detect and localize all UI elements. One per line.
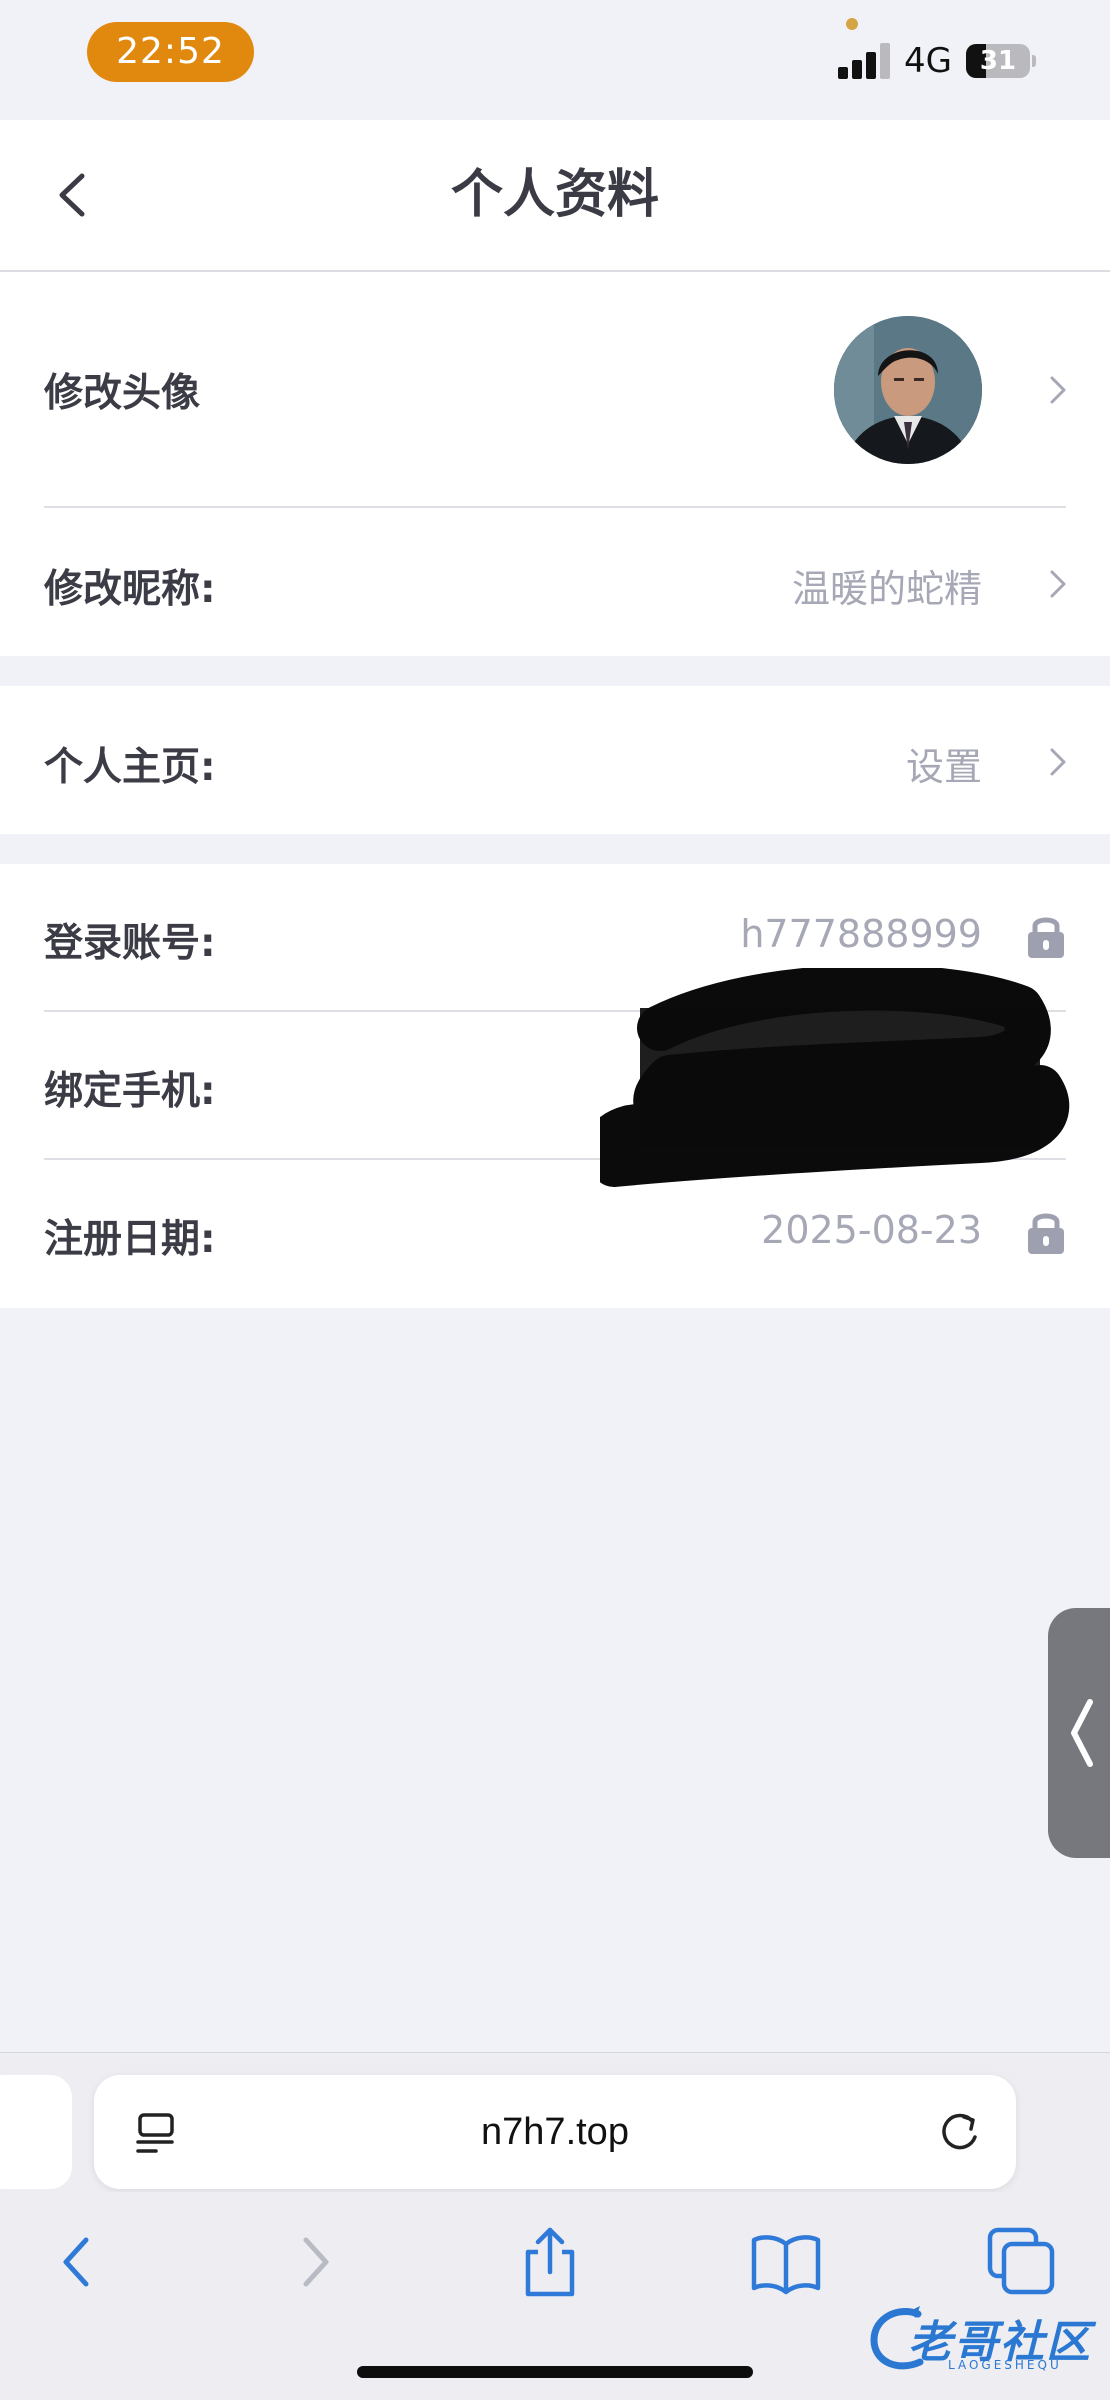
personal-homepage-row[interactable]: 个人主页: 设置 [0,686,1110,834]
bound-phone-label: 绑定手机: [44,1069,216,1114]
page-title: 个人资料 [450,165,659,225]
register-date-value: 2025-08-23 [761,1208,982,1252]
battery-percent: 31 [979,46,1017,76]
home-indicator[interactable] [357,2366,753,2378]
chevron-right-icon [1050,748,1066,776]
back-arrow-icon[interactable] [36,2222,116,2302]
forward-arrow-icon[interactable] [276,2222,356,2302]
page-header: 个人资料 [0,120,1110,272]
redaction-scribble [600,968,1070,1187]
change-nickname-label: 修改昵称: [44,567,216,612]
url-text: n7h7.top [481,2111,629,2153]
tabs-icon[interactable] [982,2222,1062,2302]
profile-card: 修改头像 修改昵称: 温暖的蛇精 [0,272,1110,656]
battery-tip [1032,55,1036,67]
status-time: 22:52 [87,22,254,82]
browser-address-bar: n7h7.top [0,2052,1110,2193]
login-account-value: h777888999 [740,912,982,956]
privacy-indicator-dot [846,18,858,30]
nickname-value: 温暖的蛇精 [791,567,982,611]
lock-icon [1028,917,1064,958]
bookmarks-icon[interactable] [746,2222,826,2302]
avatar[interactable] [834,316,982,464]
lock-icon [1028,1213,1064,1254]
change-avatar-row[interactable]: 修改头像 [0,272,1110,506]
side-drawer-handle[interactable] [1048,1608,1110,1858]
chevron-right-icon [1050,570,1066,598]
chevron-right-icon [1050,376,1066,404]
watermark-subtext: LAOGESHEQU [948,2358,1062,2372]
chevron-left-icon [1071,1699,1093,1767]
cellular-signal-icon [838,43,894,79]
reload-icon[interactable] [934,2107,984,2157]
network-type: 4G [904,41,952,81]
url-field[interactable]: n7h7.top [94,2075,1016,2189]
homepage-setting-value: 设置 [905,745,982,789]
register-date-label: 注册日期: [44,1217,216,1262]
change-avatar-label: 修改头像 [44,371,201,416]
watermark-logo: 老哥社区 LAOGESHEQU [868,2300,1100,2376]
change-nickname-row[interactable]: 修改昵称: 温暖的蛇精 [0,508,1110,656]
status-bar: 22:52 4G 31 [0,0,1110,120]
personal-homepage-label: 个人主页: [44,745,216,790]
share-icon[interactable] [510,2222,590,2302]
previous-tab-preview[interactable] [0,2075,72,2189]
homepage-card: 个人主页: 设置 [0,686,1110,834]
login-account-label: 登录账号: [44,921,216,966]
battery-icon: 31 [966,44,1030,78]
